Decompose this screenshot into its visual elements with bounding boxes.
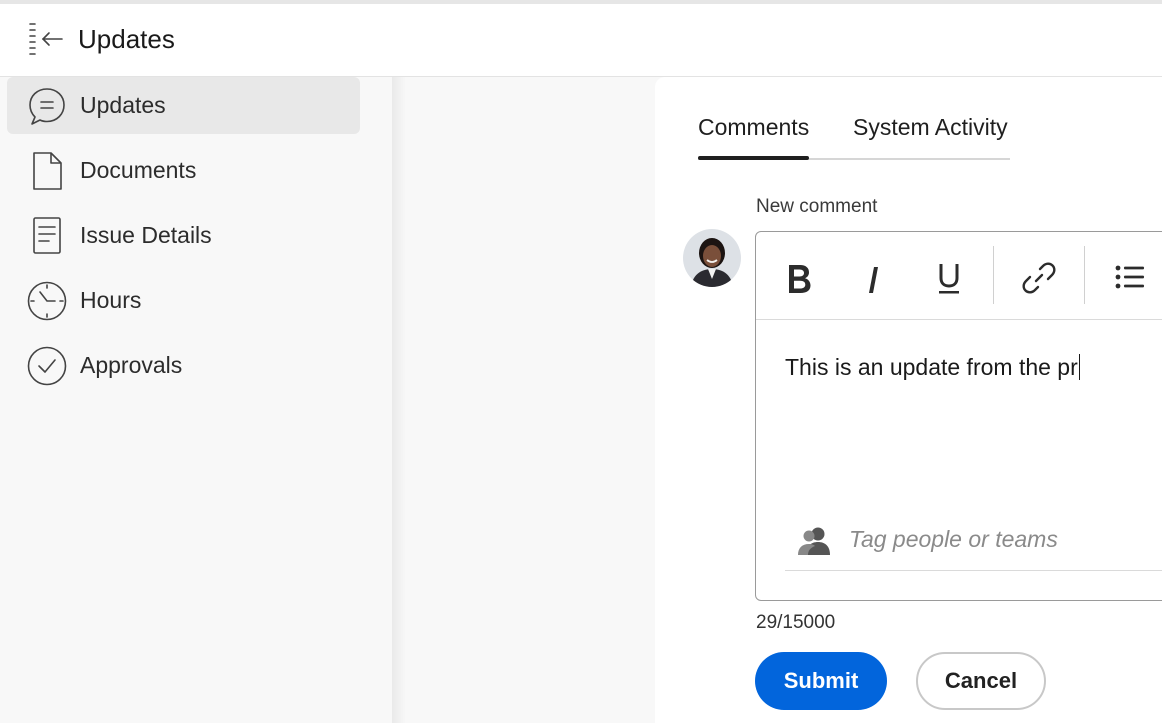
tab-label: System Activity	[853, 114, 1008, 140]
sidebar-item-label: Hours	[80, 287, 142, 313]
bold-icon[interactable]	[779, 258, 819, 298]
toolbar-divider	[1084, 246, 1085, 304]
underline-icon[interactable]	[929, 258, 969, 298]
comment-text-area[interactable]: This is an update from the pr	[785, 354, 1081, 381]
sidebar-item-hours[interactable]: Hours	[7, 272, 360, 329]
link-icon[interactable]	[1019, 258, 1059, 298]
sidebar-item-label: Issue Details	[80, 222, 212, 248]
comment-text: This is an update from the pr	[785, 354, 1078, 380]
tab-bar: Comments System Activity	[698, 114, 1010, 160]
people-icon	[798, 527, 830, 555]
checkmark-circle-icon	[27, 346, 67, 386]
sidebar-item-issue-details[interactable]: Issue Details	[7, 207, 360, 264]
sidebar-item-documents[interactable]: Documents	[7, 142, 360, 199]
speech-bubble-icon	[29, 88, 65, 125]
avatar	[683, 229, 741, 287]
submit-button[interactable]: Submit	[755, 652, 887, 710]
sidebar-shadow	[392, 77, 406, 723]
character-count: 29/15000	[756, 612, 836, 633]
bullet-list-icon[interactable]	[1110, 258, 1150, 298]
new-comment-label: New comment	[756, 196, 878, 217]
sidebar: Updates Documents Issue Details Hours Ap…	[0, 77, 392, 723]
italic-icon[interactable]	[854, 258, 894, 298]
collapse-panel-icon[interactable]	[26, 21, 64, 59]
page-title: Updates	[78, 24, 175, 54]
clock-icon	[27, 281, 67, 321]
document-icon	[33, 152, 62, 190]
tab-label: Comments	[698, 114, 810, 140]
sidebar-item-approvals[interactable]: Approvals	[7, 337, 360, 394]
tag-people-field	[785, 512, 1162, 571]
tag-people-input[interactable]	[849, 524, 1149, 554]
sidebar-item-label: Updates	[80, 92, 166, 118]
text-caret	[1078, 354, 1081, 380]
sidebar-item-label: Documents	[80, 157, 197, 183]
formatting-toolbar	[756, 232, 1162, 320]
page-header: Updates	[0, 4, 1162, 77]
sidebar-item-updates[interactable]: Updates	[7, 77, 360, 134]
comment-editor: This is an update from the pr	[755, 231, 1162, 601]
sidebar-item-label: Approvals	[80, 352, 183, 378]
tab-comments[interactable]: Comments	[698, 114, 810, 160]
details-icon	[33, 217, 61, 254]
tab-system-activity[interactable]: System Activity	[853, 114, 1008, 158]
toolbar-divider	[993, 246, 994, 304]
cancel-button[interactable]: Cancel	[916, 652, 1046, 710]
